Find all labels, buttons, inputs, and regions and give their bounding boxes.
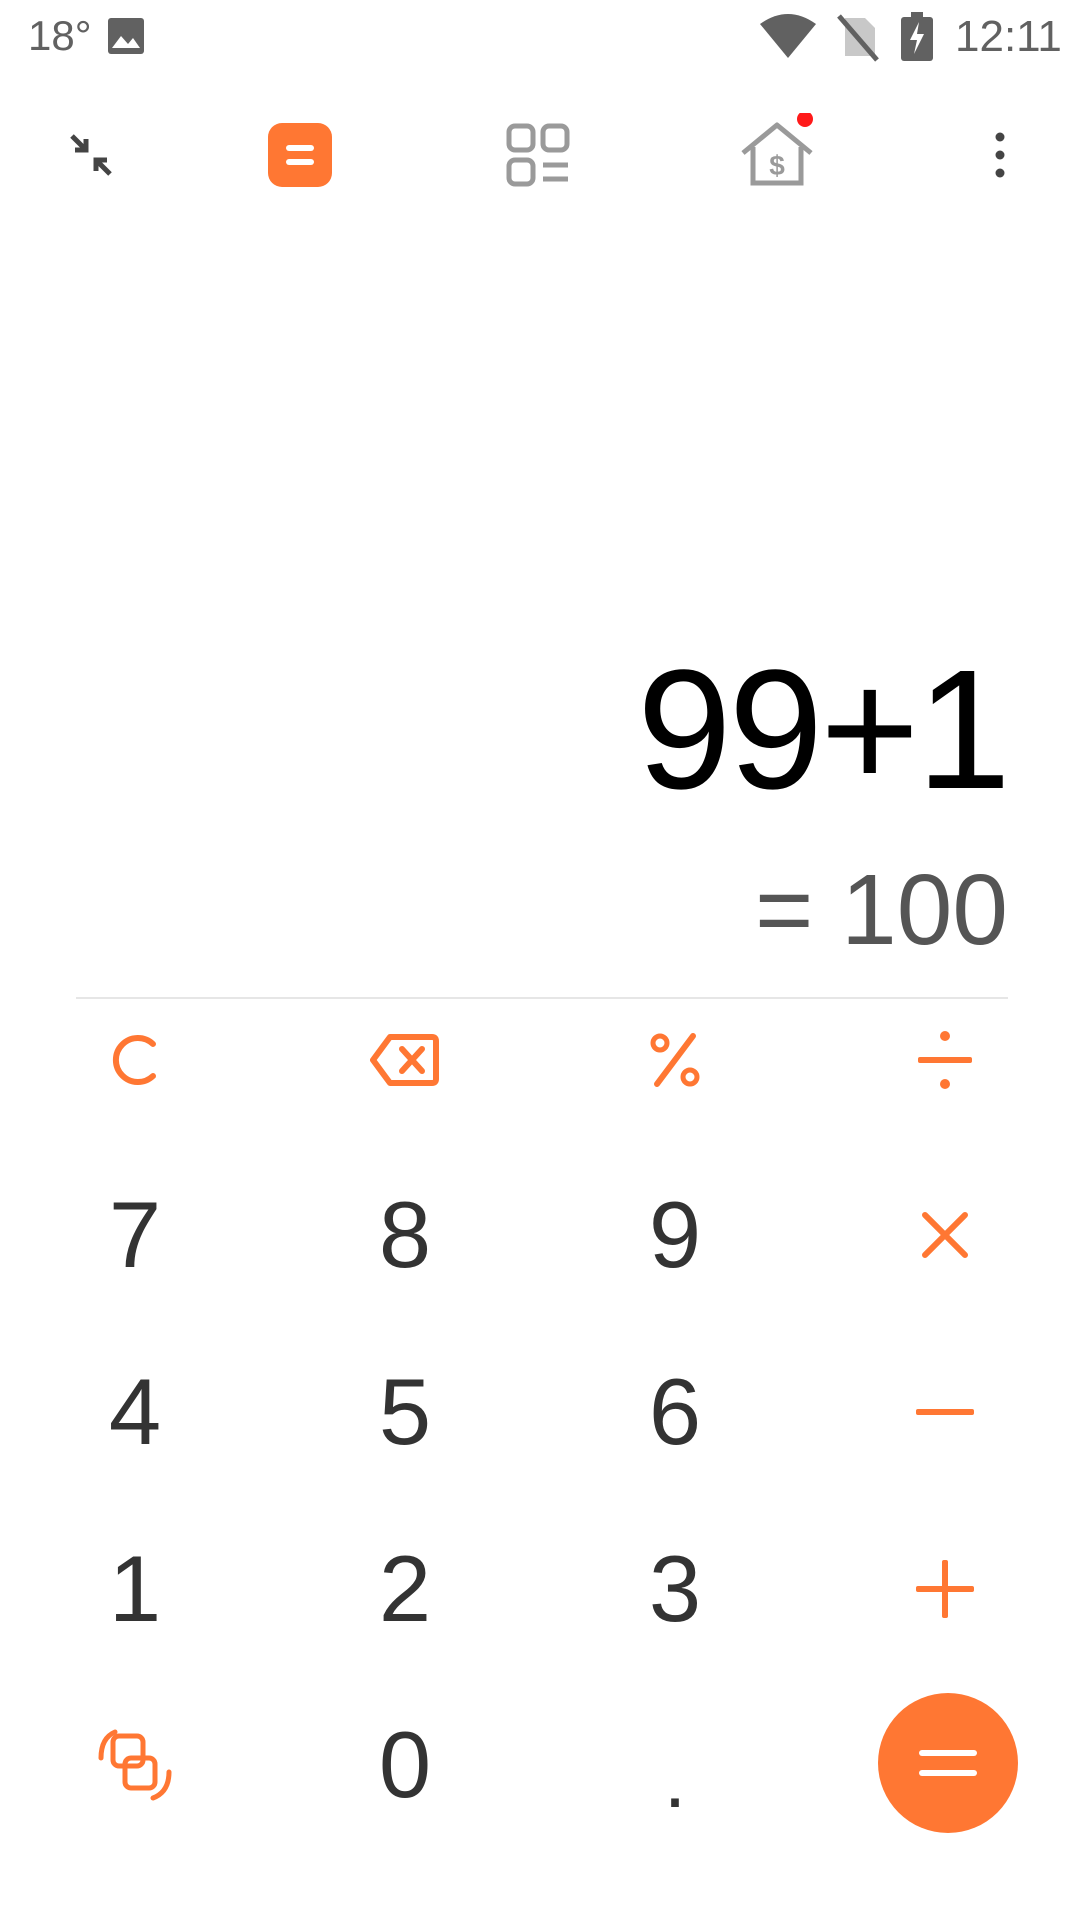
- clock-text: 12:11: [955, 12, 1062, 61]
- digit-2-button[interactable]: 2: [305, 1514, 505, 1664]
- percent-icon: [650, 1033, 700, 1087]
- no-sim-icon: [837, 14, 879, 62]
- plus-button[interactable]: [845, 1514, 1045, 1664]
- minus-icon: [916, 1409, 974, 1415]
- notification-dot: [797, 113, 813, 127]
- collapse-icon: [70, 134, 112, 176]
- switch-mode-button[interactable]: [35, 1690, 235, 1840]
- digit-1-button[interactable]: 1: [35, 1514, 235, 1664]
- decimal-point-label: .: [663, 1735, 687, 1824]
- temperature-text: 18°: [28, 12, 92, 59]
- converter-grid-icon: [506, 123, 570, 187]
- digit-9-button[interactable]: 9: [575, 1160, 775, 1310]
- expression-display: 99+1: [637, 635, 1011, 825]
- minus-button[interactable]: [845, 1337, 1045, 1487]
- wifi-icon: [760, 14, 816, 58]
- calculator-mode-button[interactable]: [245, 100, 355, 210]
- battery-charging-icon: [901, 12, 933, 61]
- calculator-mode-icon: [268, 123, 332, 187]
- plus-icon: [916, 1560, 974, 1618]
- converter-button[interactable]: [483, 100, 593, 210]
- more-vert-icon: [995, 132, 1005, 178]
- backspace-icon: [370, 1034, 439, 1086]
- digit-6-button[interactable]: 6: [575, 1337, 775, 1487]
- digit-3-button[interactable]: 3: [575, 1514, 775, 1664]
- mortgage-button[interactable]: $: [722, 100, 832, 210]
- percent-button[interactable]: [575, 985, 775, 1135]
- more-options-button[interactable]: [945, 100, 1055, 210]
- clear-button[interactable]: [35, 985, 235, 1135]
- status-bar: 18° 12:11: [0, 0, 1080, 80]
- toolbar: $: [0, 100, 1080, 210]
- equals-icon: [919, 1750, 977, 1776]
- equals-button[interactable]: [878, 1693, 1018, 1833]
- decimal-point-button[interactable]: .: [575, 1690, 775, 1840]
- mortgage-house-icon: $: [741, 113, 813, 186]
- svg-text:$: $: [769, 150, 785, 181]
- multiply-button[interactable]: [845, 1160, 1045, 1310]
- digit-5-button[interactable]: 5: [305, 1337, 505, 1487]
- backspace-button[interactable]: [305, 985, 505, 1135]
- digit-7-button[interactable]: 7: [35, 1160, 235, 1310]
- switch-icon: [98, 1729, 172, 1801]
- multiply-icon: [922, 1212, 968, 1258]
- digit-8-button[interactable]: 8: [305, 1160, 505, 1310]
- collapse-button[interactable]: [36, 100, 146, 210]
- divide-button[interactable]: [845, 985, 1045, 1135]
- divide-icon: [918, 1031, 972, 1089]
- clear-c-icon: [112, 1035, 156, 1085]
- digit-0-button[interactable]: 0: [305, 1690, 505, 1840]
- gallery-icon: [108, 18, 144, 54]
- result-display: = 100: [754, 854, 1008, 966]
- digit-4-button[interactable]: 4: [35, 1337, 235, 1487]
